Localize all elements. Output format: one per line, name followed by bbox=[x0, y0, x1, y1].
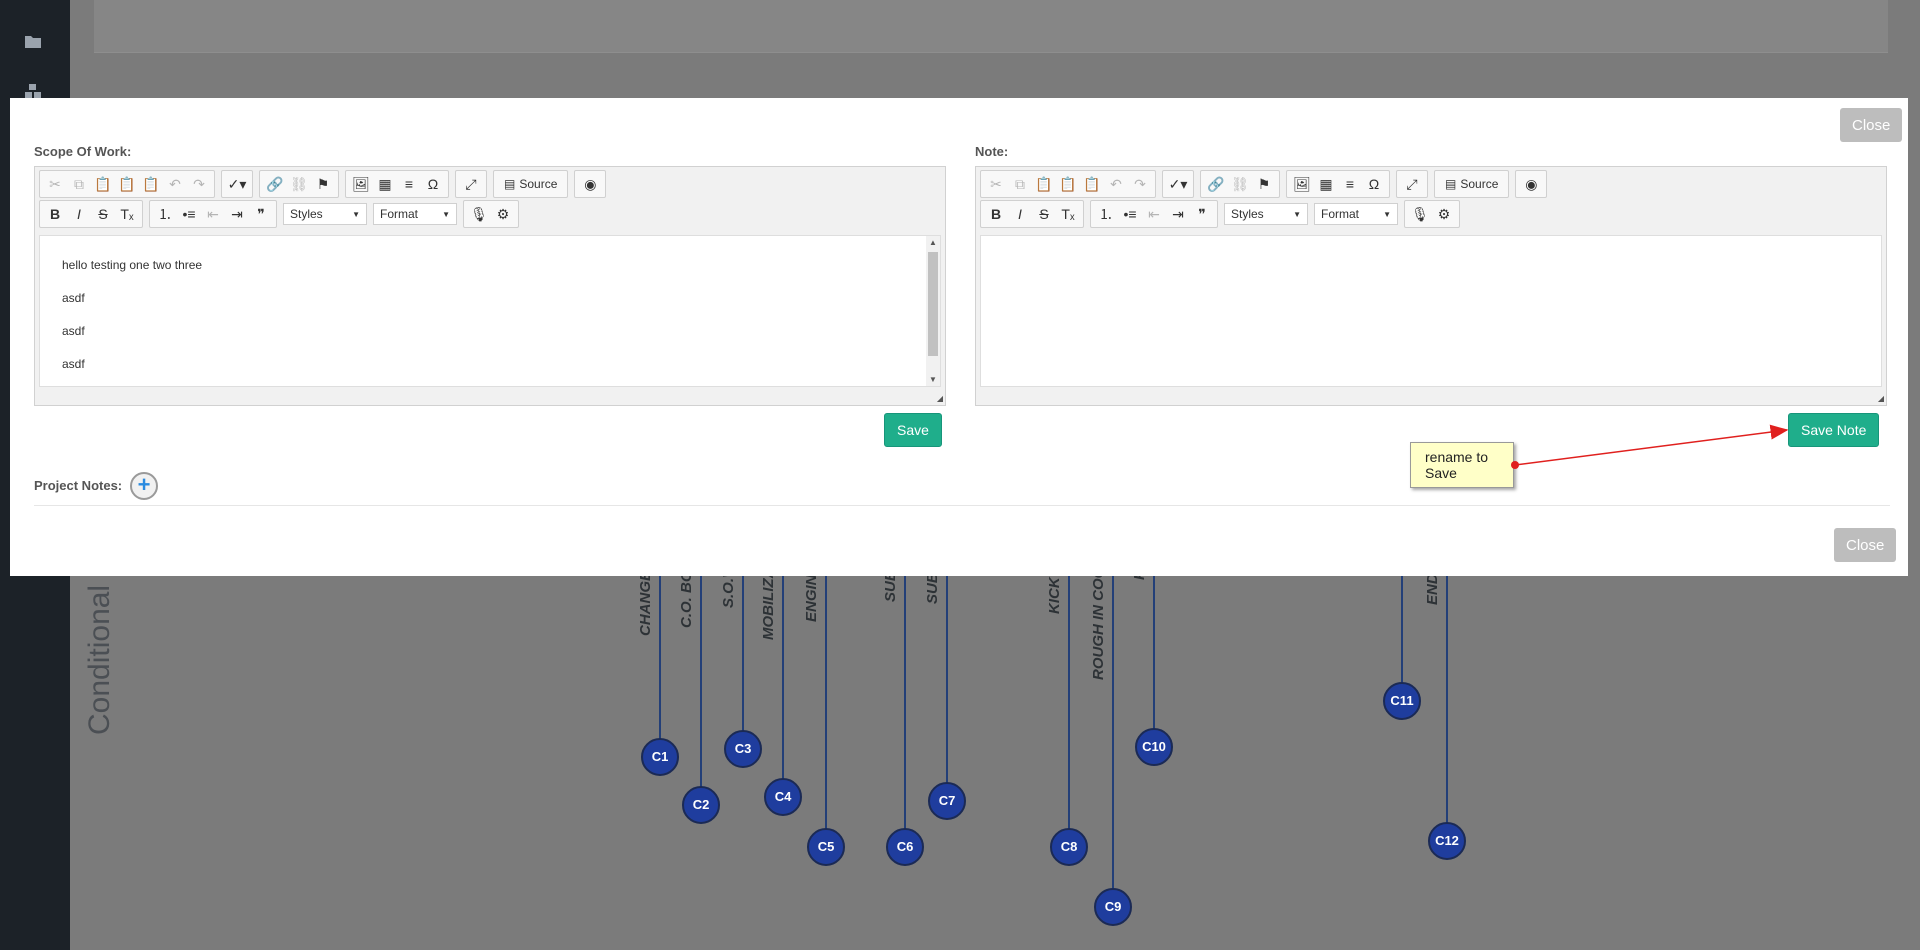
annotation-arrow bbox=[1511, 424, 1789, 469]
